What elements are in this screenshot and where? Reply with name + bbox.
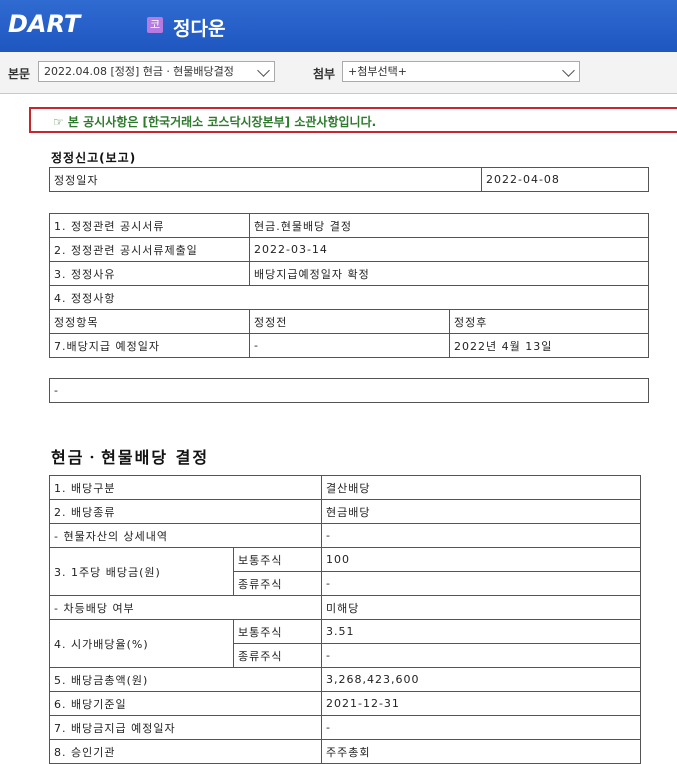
table-cell: 2. 배당종류 — [49, 499, 322, 524]
table-row: 7.배당지급 예정일자 - 2022년 4월 13일 — [49, 333, 649, 358]
company-name: 정다운 — [173, 18, 226, 40]
table-row: - 차등배당 여부 미해당 — [49, 595, 641, 620]
table-cell: 7.배당지급 예정일자 — [49, 333, 250, 358]
table-cell: 2. 정정관련 공시서류제출일 — [49, 237, 250, 262]
table-cell: 3. 1주당 배당금(원) — [49, 547, 234, 596]
table-cell: 종류주식 — [233, 571, 322, 596]
top-header: DART 코 정다운 — [0, 0, 677, 52]
table-cell: 3,268,423,600 — [321, 667, 641, 692]
table-cell: 주주총회 — [321, 739, 641, 764]
table-row: 1. 배당구분 결산배당 — [49, 475, 641, 500]
attach-select[interactable]: +첨부선택+ — [342, 61, 580, 82]
correction-note-table: - — [49, 378, 649, 403]
main-doc-select[interactable]: 2022.04.08 [정정] 현금ㆍ현물배당결정 — [38, 61, 275, 82]
table-row: 4. 시가배당율(%) 보통주식 3.51 — [49, 619, 641, 668]
table-cell: 2021-12-31 — [321, 691, 641, 716]
table-cell: 종류주식 — [233, 643, 322, 668]
dividend-table: 1. 배당구분 결산배당 2. 배당종류 현금배당 - 현물자산의 상세내역 -… — [49, 475, 641, 764]
table-row: 7. 배당금지급 예정일자 - — [49, 715, 641, 740]
table-cell: 보통주식 — [233, 619, 322, 644]
table-row: - — [49, 378, 649, 403]
notice-text: ☞ 본 공시사항은 [한국거래소 코스닥시장본부] 소관사항입니다. — [53, 115, 377, 129]
table-row: 3. 정정사유 배당지급예정일자 확정 — [49, 261, 649, 286]
table-cell: - — [49, 378, 649, 403]
table-cell: 7. 배당금지급 예정일자 — [49, 715, 322, 740]
correction-title: 정정신고(보고) — [51, 151, 137, 165]
table-header-cell: 정정항목 — [49, 309, 250, 334]
attach-label: 첨부 — [313, 67, 336, 81]
chevron-down-icon — [562, 64, 575, 77]
attach-select-value: +첨부선택+ — [348, 65, 407, 78]
table-cell: 결산배당 — [321, 475, 641, 500]
table-header-cell: 정정후 — [449, 309, 649, 334]
table-row: 5. 배당금총액(원) 3,268,423,600 — [49, 667, 641, 692]
document-body: ☞ 본 공시사항은 [한국거래소 코스닥시장본부] 소관사항입니다. 정정신고(… — [0, 95, 677, 764]
table-cell: - — [321, 715, 641, 740]
table-cell: 현금배당 — [321, 499, 641, 524]
table-cell: 8. 승인기관 — [49, 739, 322, 764]
main-doc-label: 본문 — [8, 67, 31, 81]
logo-text: DART — [8, 10, 81, 38]
table-row: 8. 승인기관 주주총회 — [49, 739, 641, 764]
table-cell: - — [321, 571, 641, 596]
table-row: 2. 정정관련 공시서류제출일 2022-03-14 — [49, 237, 649, 262]
dividend-title: 현금ㆍ현물배당 결정 — [51, 448, 210, 467]
table-row: 6. 배당기준일 2021-12-31 — [49, 691, 641, 716]
table-cell: 2022-03-14 — [249, 237, 649, 262]
table-row: 3. 1주당 배당금(원) 보통주식 100 — [49, 547, 641, 596]
table-cell: 4. 정정사항 — [49, 285, 649, 310]
correction-detail-table: 1. 정정관련 공시서류 현금.현물배당 결정 2. 정정관련 공시서류제출일 … — [49, 213, 649, 358]
table-cell: 4. 시가배당율(%) — [49, 619, 234, 668]
table-cell: - — [321, 643, 641, 668]
table-cell: - 현물자산의 상세내역 — [49, 523, 322, 548]
table-cell: 3. 정정사유 — [49, 261, 250, 286]
table-row: 정정항목 정정전 정정후 — [49, 309, 649, 334]
main-doc-select-value: 2022.04.08 [정정] 현금ㆍ현물배당결정 — [44, 65, 234, 78]
document-selector-bar: 본문 2022.04.08 [정정] 현금ㆍ현물배당결정 첨부 +첨부선택+ — [0, 52, 677, 94]
table-cell: - — [249, 333, 450, 358]
table-row: 1. 정정관련 공시서류 현금.현물배당 결정 — [49, 213, 649, 238]
table-cell: 1. 정정관련 공시서류 — [49, 213, 250, 238]
market-badge: 코 — [147, 17, 163, 33]
table-row: 4. 정정사항 — [49, 285, 649, 310]
table-cell: 배당지급예정일자 확정 — [249, 261, 649, 286]
table-cell: 미해당 — [321, 595, 641, 620]
dart-logo[interactable]: DART — [8, 10, 80, 38]
table-cell: 1. 배당구분 — [49, 475, 322, 500]
table-cell: 6. 배당기준일 — [49, 691, 322, 716]
table-cell: - 차등배당 여부 — [49, 595, 322, 620]
table-row: 정정일자 2022-04-08 — [49, 167, 649, 192]
correction-date-table: 정정일자 2022-04-08 — [49, 167, 649, 192]
table-cell: 현금.현물배당 결정 — [249, 213, 649, 238]
table-cell: 2022-04-08 — [481, 167, 649, 192]
table-cell: 보통주식 — [233, 547, 322, 572]
table-cell: 100 — [321, 547, 641, 572]
table-header-cell: 정정전 — [249, 309, 450, 334]
table-cell: 5. 배당금총액(원) — [49, 667, 322, 692]
notice-box: ☞ 본 공시사항은 [한국거래소 코스닥시장본부] 소관사항입니다. — [29, 107, 677, 133]
table-cell: 2022년 4월 13일 — [449, 333, 649, 358]
table-row: - 현물자산의 상세내역 - — [49, 523, 641, 548]
chevron-down-icon — [257, 64, 270, 77]
table-cell: - — [321, 523, 641, 548]
table-row: 2. 배당종류 현금배당 — [49, 499, 641, 524]
table-cell: 정정일자 — [49, 167, 482, 192]
table-cell: 3.51 — [321, 619, 641, 644]
